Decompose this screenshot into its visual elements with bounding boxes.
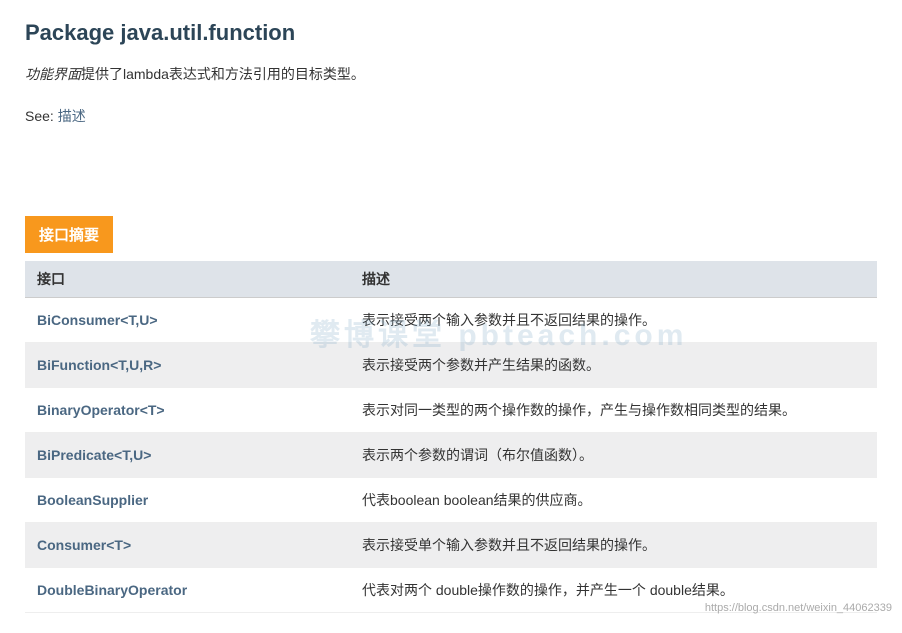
interface-link-biconsumer[interactable]: BiConsumer<T,U> bbox=[37, 312, 158, 328]
table-row: BiConsumer<T,U> 表示接受两个输入参数并且不返回结果的操作。 bbox=[25, 298, 877, 343]
interface-link-consumer[interactable]: Consumer<T> bbox=[37, 537, 131, 553]
table-row: DoubleBinaryOperator 代表对两个 double操作数的操作，… bbox=[25, 568, 877, 613]
interface-link-bipredicate[interactable]: BiPredicate<T,U> bbox=[37, 447, 151, 463]
table-row: BiPredicate<T,U> 表示两个参数的谓词（布尔值函数）。 bbox=[25, 433, 877, 478]
interface-desc: 代表对两个 double操作数的操作，并产生一个 double结果。 bbox=[350, 568, 877, 613]
interface-desc: 表示接受两个输入参数并且不返回结果的操作。 bbox=[350, 298, 877, 343]
table-header-row: 接口 描述 bbox=[25, 261, 877, 298]
interface-summary-table: 接口 描述 BiConsumer<T,U> 表示接受两个输入参数并且不返回结果的… bbox=[25, 261, 877, 613]
interface-link-booleansupplier[interactable]: BooleanSupplier bbox=[37, 492, 148, 508]
interface-link-doublebinaryoperator[interactable]: DoubleBinaryOperator bbox=[37, 582, 187, 598]
interface-desc: 表示对同一类型的两个操作数的操作，产生与操作数相同类型的结果。 bbox=[350, 388, 877, 433]
col-header-description: 描述 bbox=[350, 261, 877, 298]
page-title: Package java.util.function bbox=[25, 20, 877, 46]
col-header-interface: 接口 bbox=[25, 261, 350, 298]
description-italic: 功能界面 bbox=[25, 66, 81, 82]
see-description-link[interactable]: 描述 bbox=[58, 108, 86, 124]
package-description: 功能界面提供了lambda表达式和方法引用的目标类型。 bbox=[25, 64, 877, 84]
interface-link-binaryoperator[interactable]: BinaryOperator<T> bbox=[37, 402, 165, 418]
see-label: See: bbox=[25, 108, 58, 124]
see-line: See: 描述 bbox=[25, 106, 877, 126]
interface-desc: 代表boolean boolean结果的供应商。 bbox=[350, 478, 877, 523]
table-row: BinaryOperator<T> 表示对同一类型的两个操作数的操作，产生与操作… bbox=[25, 388, 877, 433]
table-row: BiFunction<T,U,R> 表示接受两个参数并产生结果的函数。 bbox=[25, 343, 877, 388]
table-row: BooleanSupplier 代表boolean boolean结果的供应商。 bbox=[25, 478, 877, 523]
interface-desc: 表示两个参数的谓词（布尔值函数）。 bbox=[350, 433, 877, 478]
interface-desc: 表示接受单个输入参数并且不返回结果的操作。 bbox=[350, 523, 877, 568]
table-row: Consumer<T> 表示接受单个输入参数并且不返回结果的操作。 bbox=[25, 523, 877, 568]
interface-desc: 表示接受两个参数并产生结果的函数。 bbox=[350, 343, 877, 388]
description-rest: 提供了lambda表达式和方法引用的目标类型。 bbox=[81, 66, 365, 82]
interface-summary-header: 接口摘要 bbox=[25, 216, 113, 253]
interface-link-bifunction[interactable]: BiFunction<T,U,R> bbox=[37, 357, 161, 373]
